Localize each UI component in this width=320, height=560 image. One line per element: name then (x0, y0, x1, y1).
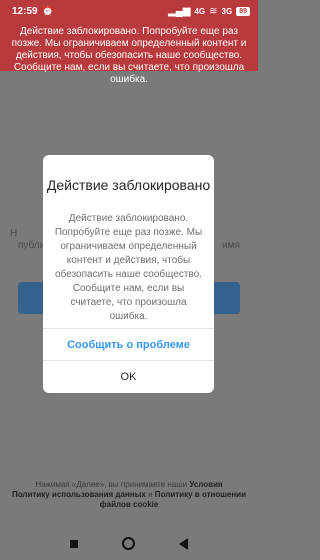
terms-footer: Нажимая «Далее», вы принимаете наши Усло… (0, 480, 258, 510)
ok-button[interactable]: OK (43, 361, 214, 393)
wifi-icon: ≋ (209, 5, 218, 17)
signal-icon: ▂▄▆ (168, 5, 191, 17)
footer-prefix: Нажимая «Далее», вы принимаете наши (35, 480, 188, 489)
battery-icon: 89 (236, 6, 250, 16)
footer-and: и (148, 490, 153, 499)
android-nav-bar (0, 527, 258, 560)
dialog-title: Действие заблокировано (46, 177, 211, 193)
alarm-clock-icon: ⏰ (41, 5, 55, 17)
terms-link[interactable]: Условия (189, 480, 222, 489)
status-bar: 12:59 ⏰ ▂▄▆ 4G ≋ 3G 89 (0, 0, 258, 22)
background-text-fragment: Н (10, 228, 18, 239)
error-toast: Действие заблокировано. Попробуйте еще р… (0, 22, 258, 85)
home-icon[interactable] (122, 537, 135, 550)
network-4g-label: 4G (194, 6, 206, 16)
network-3g-label: 3G (221, 6, 233, 16)
background-text-fragment-3: имя (222, 240, 240, 251)
background-text-fragment-2: публи (18, 240, 46, 251)
dialog-message: Действие заблокировано. Попробуйте еще р… (54, 213, 203, 322)
back-icon[interactable] (179, 537, 188, 550)
report-problem-button[interactable]: Сообщить о проблеме (43, 329, 214, 361)
status-time: 12:59 (12, 5, 38, 17)
recents-icon[interactable] (70, 539, 78, 548)
data-policy-link[interactable]: Политику использования данных (12, 490, 146, 499)
action-blocked-dialog: Действие заблокировано Действие заблокир… (43, 155, 214, 393)
